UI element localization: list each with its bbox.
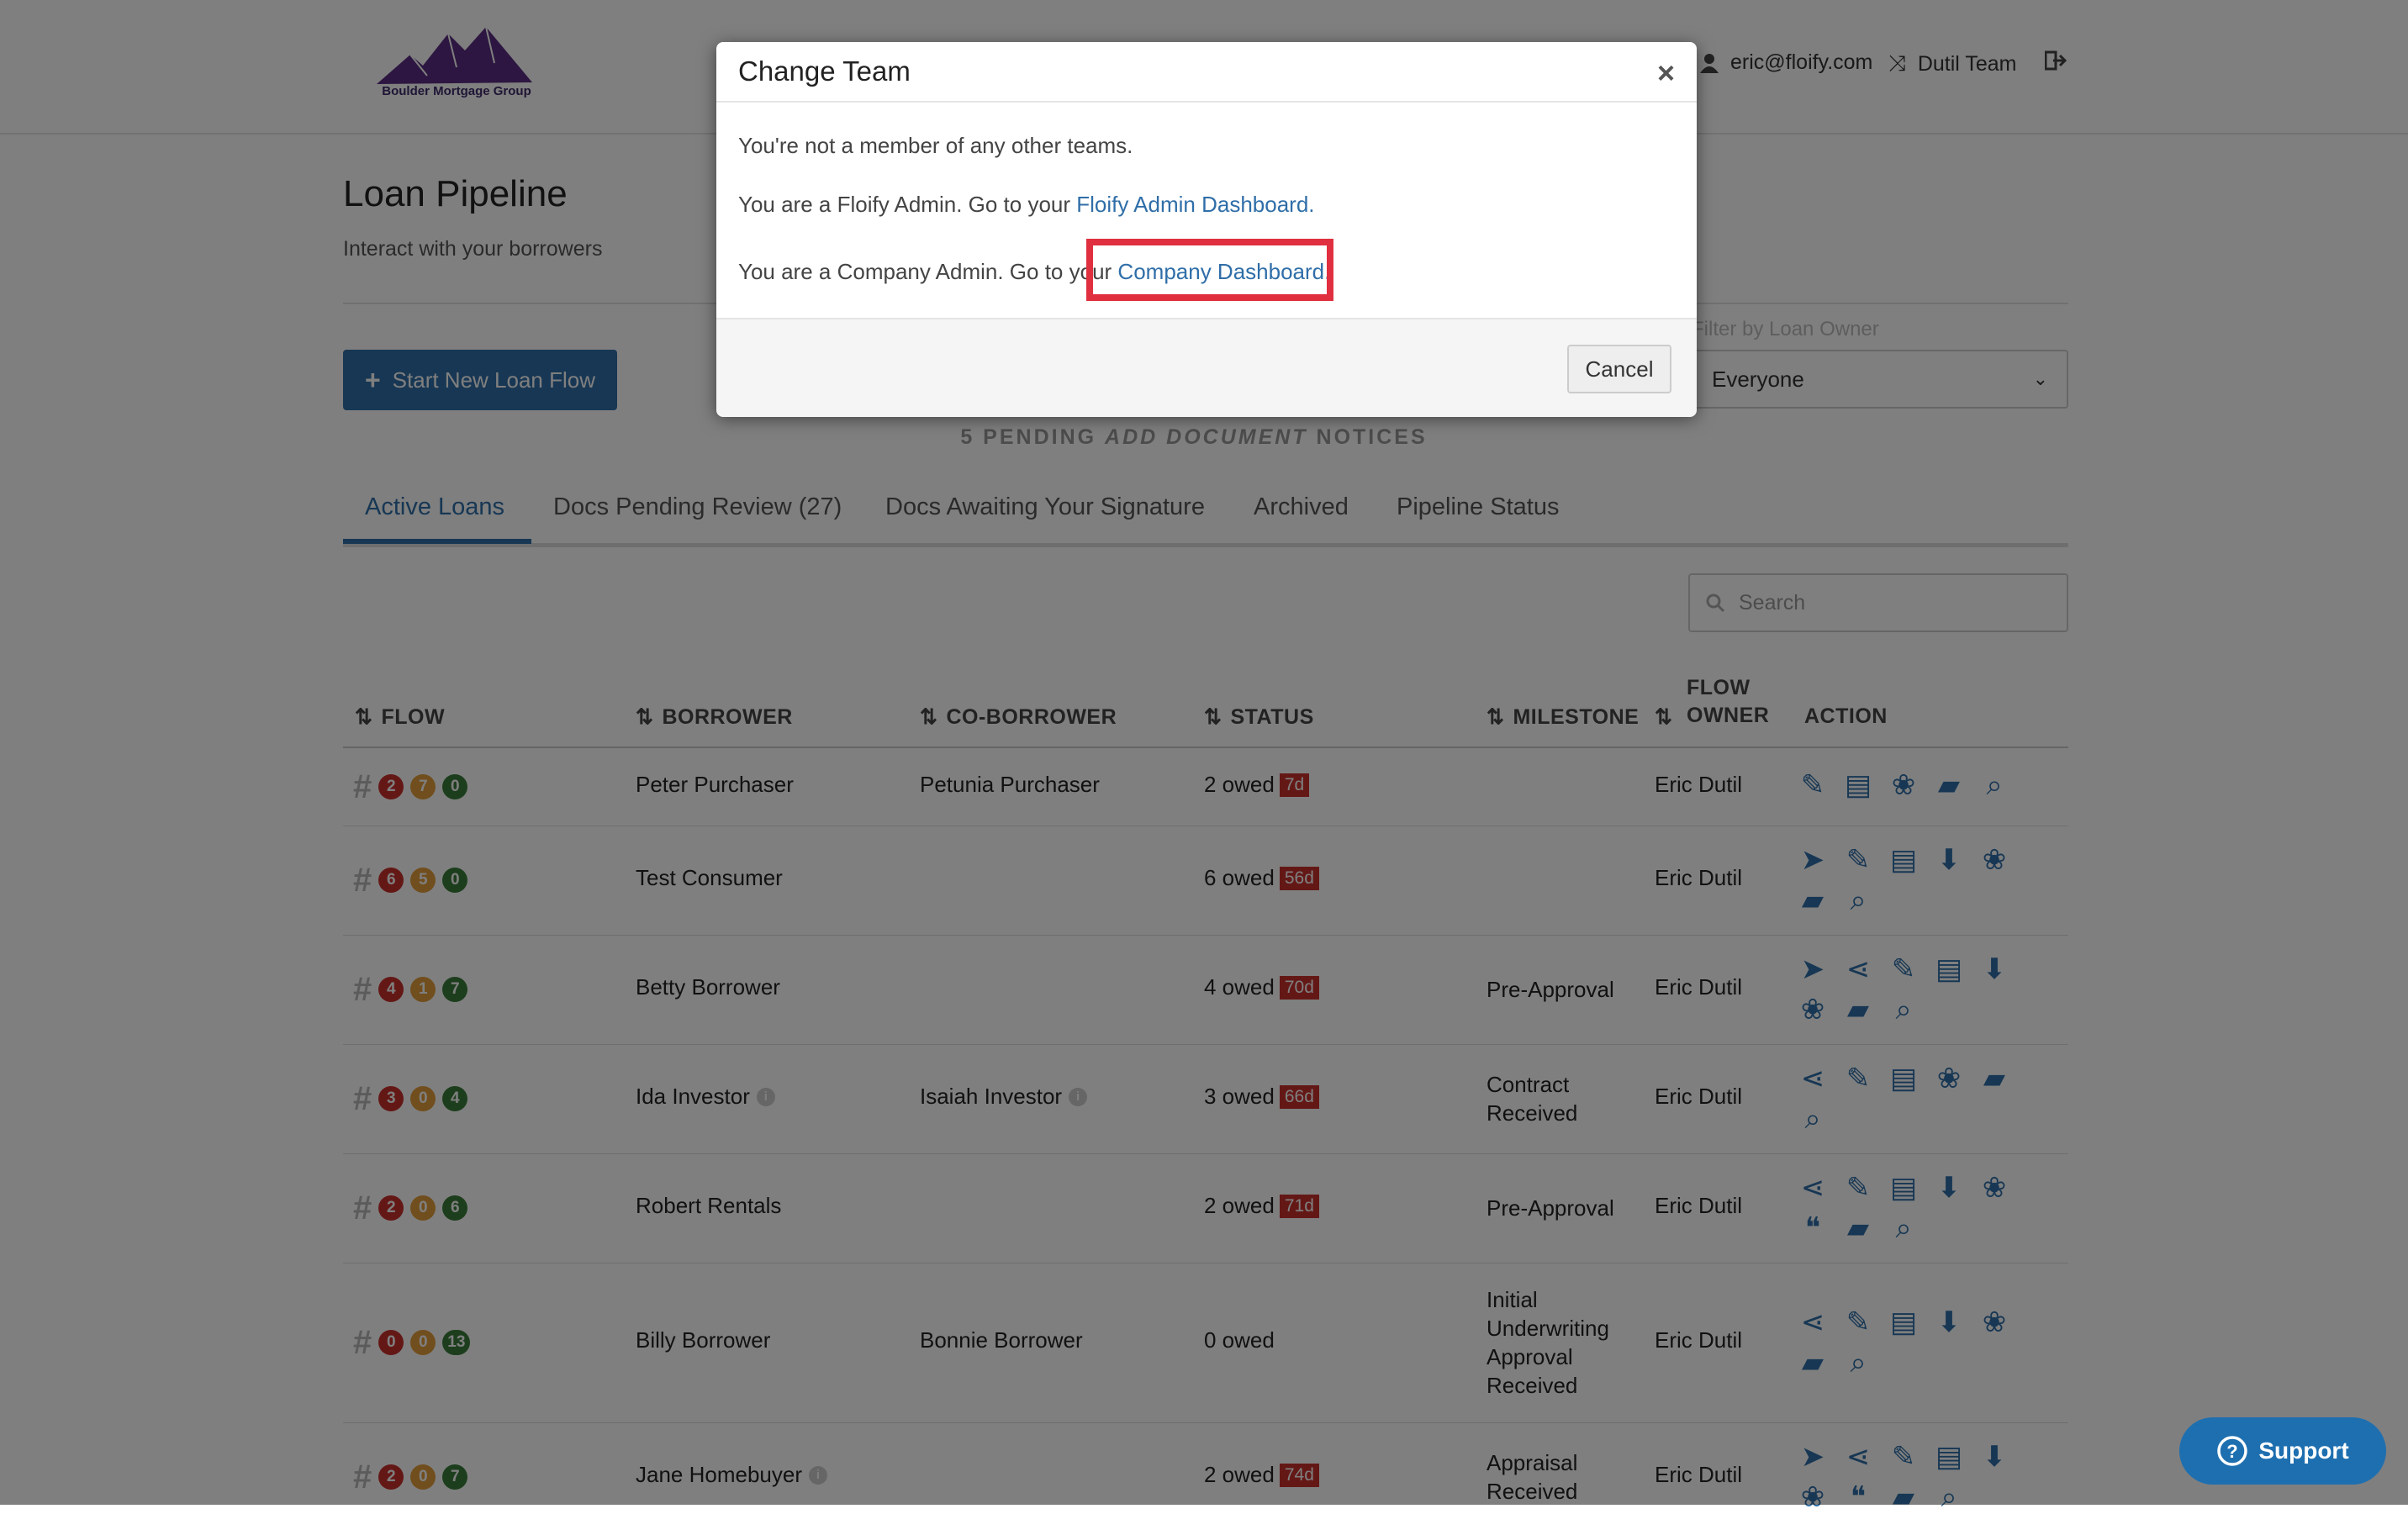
support-label: Support [2258,1438,2349,1464]
modal-header: Change Team × [716,42,1697,103]
modal-footer: Cancel [716,318,1697,417]
svg-text:?: ? [2227,1441,2238,1462]
cancel-button[interactable]: Cancel [1567,345,1671,393]
floify-admin-text: You are a Floify Admin. Go to your Floif… [738,192,1315,218]
no-other-teams-text: You're not a member of any other teams. [738,133,1133,158]
company-admin-prefix: You are a Company Admin. Go to your [738,259,1118,284]
floify-admin-dashboard-link[interactable]: Floify Admin Dashboard. [1076,192,1314,217]
change-team-modal: Change Team × You're not a member of any… [716,42,1697,417]
modal-title: Change Team [738,55,911,87]
support-button[interactable]: ? Support [2179,1417,2386,1485]
help-circle-icon: ? [2217,1436,2248,1466]
close-icon[interactable]: × [1657,55,1675,91]
floify-admin-prefix: You are a Floify Admin. Go to your [738,192,1077,217]
highlight-box [1086,239,1333,301]
